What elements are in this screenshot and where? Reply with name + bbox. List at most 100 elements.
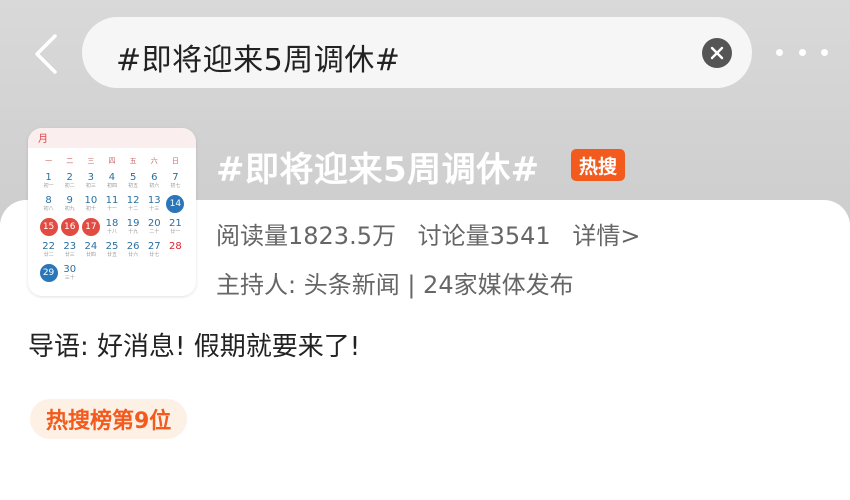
calendar-day: 1 初一 <box>38 172 59 192</box>
weekday-label: 日 <box>171 157 179 165</box>
calendar-day-number: 13 十三 <box>144 195 165 215</box>
calendar-day-number: 24 廿四 <box>80 241 101 261</box>
lunar-date-label: 廿六 <box>128 252 139 258</box>
calendar-day: 9 初九 <box>59 195 80 215</box>
calendar-day: 13 十三 <box>144 195 165 215</box>
lunar-date-label: 廿三 <box>64 252 75 258</box>
more-dot-icon <box>798 48 806 56</box>
search-input[interactable]: #即将迎来5周调休# <box>116 35 400 79</box>
lunar-date-label: 初六 <box>149 183 160 189</box>
calendar-day: 18 十八 <box>101 218 122 238</box>
calendar-day-number: 14 <box>166 195 185 213</box>
weekday-label: 六 <box>150 157 158 165</box>
calendar-day: 21 廿一 <box>165 218 186 238</box>
more-dot-icon <box>776 48 783 56</box>
lunar-date-label: 廿四 <box>85 252 96 258</box>
calendar-day: 23 廿三 <box>59 241 80 261</box>
lunar-date-label: 廿二 <box>43 252 54 258</box>
more-dot-icon <box>821 48 828 56</box>
calendar-day: 8 初八 <box>38 195 59 215</box>
calendar-day: 11 十一 <box>101 195 122 215</box>
calendar-day-number: 25 廿五 <box>101 241 122 261</box>
lunar-date-label: 十二 <box>128 206 139 212</box>
lunar-date-label: 三十 <box>64 275 75 281</box>
calendar-day: 2 初二 <box>59 172 80 192</box>
lunar-date-label: 初九 <box>64 206 75 212</box>
calendar-day: 6 初六 <box>144 172 165 192</box>
calendar-grid: 1 初一 2 初二 3 初三 4 初四 5 初五 6 初六 7 初七 8 初八 9 初九 10 初十 11 十一 12 十二 1… <box>28 166 196 284</box>
calendar-day-number: 5 初五 <box>123 172 144 192</box>
calendar-day-number: 27 廿七 <box>144 241 165 261</box>
calendar-day-number: 7 初七 <box>165 172 186 192</box>
calendar-day: 29 <box>38 264 59 284</box>
lunar-date-label: 初二 <box>64 183 75 189</box>
calendar-day-number: 22 廿二 <box>38 241 59 261</box>
calendar-day: 15 <box>38 218 59 238</box>
calendar-day: 3 初三 <box>80 172 101 192</box>
calendar-day: 20 二十 <box>144 218 165 238</box>
calendar-header: 月 <box>28 128 196 148</box>
calendar-day-number: 9 初九 <box>59 195 80 215</box>
calendar-day: 14 <box>165 195 186 215</box>
calendar-day-number: 1 初一 <box>38 172 59 192</box>
calendar-day-number: 10 初十 <box>80 195 101 215</box>
search-bar[interactable]: #即将迎来5周调休# <box>82 17 752 88</box>
calendar-day-number: 17 <box>81 218 100 236</box>
calendar-day-number: 16 <box>60 218 79 236</box>
lunar-date-label: 初十 <box>85 206 96 212</box>
back-button[interactable] <box>26 30 66 78</box>
hot-rank-badge[interactable]: 热搜榜第9位 <box>30 399 188 439</box>
calendar-day: 26 廿六 <box>123 241 144 261</box>
calendar-day-number: 3 初三 <box>80 172 101 192</box>
chevron-left-icon <box>35 34 57 74</box>
calendar-day-number: 8 初八 <box>38 195 59 215</box>
lunar-date-label: 初一 <box>43 183 54 189</box>
calendar-day: 7 初七 <box>165 172 186 192</box>
lunar-date-label: 初三 <box>85 183 96 189</box>
calendar-day-number: 26 廿六 <box>123 241 144 261</box>
weekday-label: 三 <box>87 157 95 165</box>
calendar-day-number: 23 廿三 <box>59 241 80 261</box>
topic-stats: 阅读量1823.5万 讨论量3541 详情> <box>216 216 654 251</box>
discussion-count: 讨论量3541 <box>417 222 551 250</box>
host-info: 主持人: 头条新闻 | 24家媒体发布 <box>216 271 574 299</box>
topic-thumbnail-calendar: 月 一 二 三 四 五 六 日 1 初一 2 初二 3 初三 4 初四 5 初五 6 初六 7 初七 8 初八 9 初九 10 初… <box>28 128 196 296</box>
calendar-day: 5 初五 <box>123 172 144 192</box>
calendar-day: 17 <box>80 218 101 238</box>
details-link[interactable]: 详情> <box>572 222 640 250</box>
weekday-label: 四 <box>108 157 116 165</box>
calendar-day: 10 初十 <box>80 195 101 215</box>
lunar-date-label: 十一 <box>106 206 117 212</box>
weekday-label: 五 <box>129 157 137 165</box>
lunar-date-label: 十九 <box>128 229 139 235</box>
lunar-date-label: 廿五 <box>106 252 117 258</box>
calendar-day-number: 20 二十 <box>144 218 165 238</box>
calendar-day-number: 6 初六 <box>144 172 165 192</box>
close-icon <box>710 46 724 60</box>
lunar-date-label: 二十 <box>149 229 160 235</box>
topic-title: #即将迎来5周调休# <box>216 150 540 190</box>
lunar-date-label: 初五 <box>128 183 139 189</box>
calendar-day: 24 廿四 <box>80 241 101 261</box>
clear-search-button[interactable] <box>702 38 732 68</box>
calendar-day: 12 十二 <box>123 195 144 215</box>
calendar-weekday-row: 一二三四五六日 <box>28 148 196 166</box>
lunar-date-label: 十八 <box>106 229 117 235</box>
calendar-day-number: 19 十九 <box>123 218 144 238</box>
lunar-date-label: 廿七 <box>149 252 160 258</box>
calendar-day: 30 三十 <box>59 264 80 284</box>
hot-badge: 热搜 <box>571 149 625 181</box>
topic-intro: 导语: 好消息! 假期就要来了! <box>28 332 361 362</box>
calendar-day: 27 廿七 <box>144 241 165 261</box>
calendar-day-number: 4 初四 <box>101 172 122 192</box>
calendar-day: 16 <box>59 218 80 238</box>
weekday-label: 一 <box>45 157 53 165</box>
weekday-label: 二 <box>66 157 74 165</box>
calendar-day-number: 15 <box>39 218 58 236</box>
lunar-date-label: 初八 <box>43 206 54 212</box>
lunar-date-label: 初七 <box>170 183 181 189</box>
calendar-day: 25 廿五 <box>101 241 122 261</box>
calendar-day-number: 29 <box>39 264 58 282</box>
more-options-button[interactable] <box>776 40 828 64</box>
calendar-day: 22 廿二 <box>38 241 59 261</box>
